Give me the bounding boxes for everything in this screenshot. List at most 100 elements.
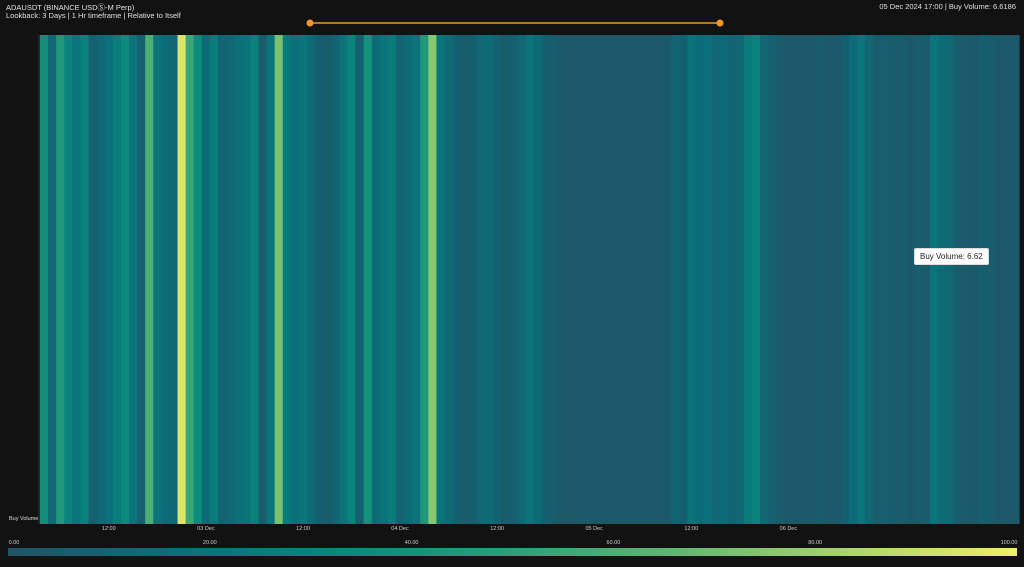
heatmap-cell[interactable]: [768, 35, 777, 524]
heatmap-cell[interactable]: [428, 35, 438, 524]
heatmap-cell[interactable]: [266, 35, 276, 524]
heatmap-cell[interactable]: [784, 35, 794, 524]
heatmap-cell[interactable]: [282, 35, 292, 524]
heatmap-cell[interactable]: [355, 35, 365, 524]
heatmap-cell[interactable]: [792, 35, 802, 524]
heatmap-cell[interactable]: [339, 35, 349, 524]
heatmap-cell[interactable]: [970, 35, 980, 524]
heatmap-cell[interactable]: [40, 35, 49, 524]
heatmap-cell[interactable]: [574, 35, 583, 524]
heatmap-cell[interactable]: [857, 35, 866, 524]
heatmap-cell[interactable]: [493, 35, 502, 524]
heatmap-cell[interactable]: [436, 35, 446, 524]
heatmap-cell[interactable]: [695, 35, 705, 524]
heatmap-cell[interactable]: [153, 35, 162, 524]
heatmap-cell[interactable]: [242, 35, 251, 524]
heatmap-cell[interactable]: [663, 35, 672, 524]
heatmap-cell[interactable]: [234, 35, 243, 524]
heatmap-cell[interactable]: [954, 35, 963, 524]
heatmap-cell[interactable]: [881, 35, 891, 524]
heatmap-cell[interactable]: [921, 35, 931, 524]
heatmap-cell[interactable]: [274, 35, 284, 524]
heatmap-cell[interactable]: [614, 35, 624, 524]
heatmap-cell[interactable]: [56, 35, 65, 524]
heatmap-cell[interactable]: [129, 35, 138, 524]
heatmap-cell[interactable]: [501, 35, 510, 524]
heatmap-cell[interactable]: [420, 35, 429, 524]
heatmap-cell[interactable]: [412, 35, 421, 524]
heatmap-cell[interactable]: [590, 35, 599, 524]
heatmap-cell[interactable]: [444, 35, 454, 524]
heatmap-cell[interactable]: [752, 35, 761, 524]
heatmap-cell[interactable]: [1002, 35, 1012, 524]
heatmap-cell[interactable]: [557, 35, 567, 524]
heatmap-cell[interactable]: [193, 35, 203, 524]
heatmap-cell[interactable]: [646, 35, 656, 524]
heatmap-cell[interactable]: [598, 35, 607, 524]
heatmap-cell[interactable]: [986, 35, 996, 524]
heatmap-cell[interactable]: [776, 35, 785, 524]
heatmap-cell[interactable]: [517, 35, 527, 524]
heatmap-cell[interactable]: [307, 35, 316, 524]
heatmap-cell[interactable]: [671, 35, 680, 524]
heatmap-cell[interactable]: [897, 35, 907, 524]
heatmap-cell[interactable]: [323, 35, 332, 524]
heatmap-cell[interactable]: [290, 35, 300, 524]
heatmap-cell[interactable]: [525, 35, 535, 524]
heatmap-cell[interactable]: [169, 35, 179, 524]
heatmap-cell[interactable]: [80, 35, 90, 524]
heatmap-cell[interactable]: [104, 35, 114, 524]
heatmap-cell[interactable]: [606, 35, 616, 524]
heatmap-cell[interactable]: [994, 35, 1004, 524]
heatmap-cell[interactable]: [315, 35, 324, 524]
heatmap-cell[interactable]: [913, 35, 923, 524]
heatmap-cell[interactable]: [209, 35, 219, 524]
heatmap-cell[interactable]: [185, 35, 195, 524]
heatmap-cell[interactable]: [258, 35, 268, 524]
heatmap-cell[interactable]: [226, 35, 235, 524]
heatmap-cell[interactable]: [137, 35, 146, 524]
heatmap-cell[interactable]: [347, 35, 357, 524]
heatmap-cell[interactable]: [64, 35, 73, 524]
heatmap-cell[interactable]: [978, 35, 988, 524]
heatmap-cell[interactable]: [371, 35, 381, 524]
heatmap-cell[interactable]: [946, 35, 955, 524]
heatmap-cell[interactable]: [549, 35, 559, 524]
heatmap-cell[interactable]: [88, 35, 98, 524]
heatmap-cell[interactable]: [824, 35, 834, 524]
heatmap-cell[interactable]: [832, 35, 842, 524]
heatmap-cell[interactable]: [962, 35, 972, 524]
heatmap-cell[interactable]: [331, 35, 340, 524]
heatmap-cell[interactable]: [161, 35, 171, 524]
heatmap-cell[interactable]: [120, 35, 130, 524]
heatmap-cell[interactable]: [250, 35, 260, 524]
heatmap-cell[interactable]: [743, 35, 753, 524]
heatmap-cell[interactable]: [379, 35, 389, 524]
heatmap-cell[interactable]: [622, 35, 632, 524]
heatmap-cell[interactable]: [679, 35, 688, 524]
heatmap-cell[interactable]: [711, 35, 721, 524]
heatmap-cell[interactable]: [363, 35, 373, 524]
heatmap-cell[interactable]: [582, 35, 591, 524]
heatmap-cell[interactable]: [565, 35, 575, 524]
heatmap-cell[interactable]: [849, 35, 858, 524]
heatmap-cell[interactable]: [889, 35, 899, 524]
heatmap-cell[interactable]: [687, 35, 696, 524]
heatmap-cell[interactable]: [96, 35, 106, 524]
heatmap-cell[interactable]: [218, 35, 227, 524]
heatmap-cell[interactable]: [800, 35, 810, 524]
heatmap-cell[interactable]: [938, 35, 947, 524]
heatmap-cell[interactable]: [460, 35, 470, 524]
heatmap-cell[interactable]: [298, 35, 308, 524]
heatmap-cell[interactable]: [703, 35, 713, 524]
heatmap-cell[interactable]: [72, 35, 82, 524]
heatmap-cell[interactable]: [112, 35, 122, 524]
heatmap-cell[interactable]: [841, 35, 850, 524]
heatmap-cell[interactable]: [468, 35, 478, 524]
heatmap-cell[interactable]: [760, 35, 769, 524]
heatmap-cell[interactable]: [201, 35, 211, 524]
heatmap-cell[interactable]: [1010, 35, 1020, 524]
heatmap-cell[interactable]: [541, 35, 551, 524]
heatmap-cell[interactable]: [509, 35, 518, 524]
heatmap-cell[interactable]: [48, 35, 57, 524]
